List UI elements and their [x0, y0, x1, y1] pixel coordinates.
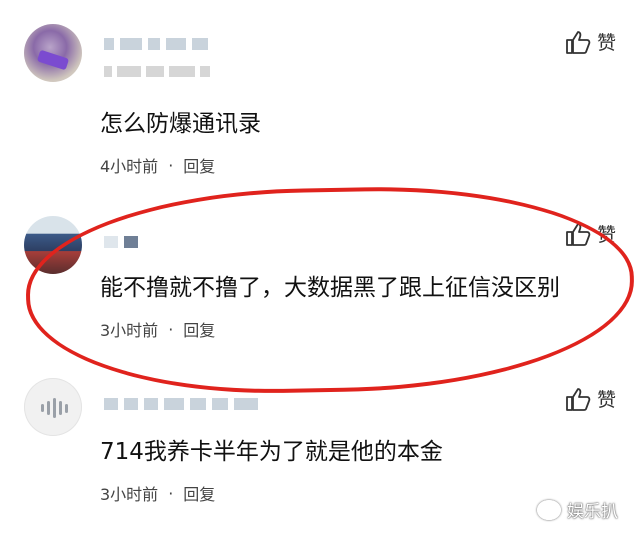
thumbs-up-icon — [565, 222, 591, 246]
user-info-redacted — [104, 66, 210, 77]
username-redacted — [104, 236, 138, 248]
thumbs-up-icon — [565, 30, 591, 54]
watermark-text: 娱乐扒 — [567, 502, 618, 522]
avatar[interactable] — [24, 378, 82, 436]
wechat-icon — [537, 499, 561, 520]
like-label: 赞 — [596, 32, 616, 54]
reply-button[interactable]: 回复 — [183, 317, 215, 341]
comment-meta: 3小时前 · 回复 — [100, 317, 215, 341]
meta-separator: · — [168, 483, 174, 503]
like-button[interactable]: 赞 — [565, 220, 616, 247]
username-redacted — [104, 38, 208, 50]
comment-meta: 4小时前 · 回复 — [100, 153, 215, 177]
username-redacted — [104, 398, 258, 410]
avatar[interactable] — [24, 24, 82, 82]
voice-wave-icon — [41, 398, 68, 418]
like-label: 赞 — [596, 224, 616, 246]
like-button[interactable]: 赞 — [565, 28, 616, 55]
comment-time: 4小时前 — [100, 157, 159, 176]
avatar[interactable] — [24, 216, 82, 274]
like-label: 赞 — [596, 389, 616, 411]
thumbs-up-icon — [565, 387, 591, 411]
watermark: 娱乐扒 — [537, 497, 618, 522]
meta-separator: · — [168, 319, 174, 339]
comment-text: 能不撸就不撸了，大数据黑了跟上征信没区别 — [100, 275, 560, 301]
comment-time: 3小时前 — [100, 321, 159, 340]
comment-text: 怎么防爆通讯录 — [100, 111, 261, 137]
comment-time: 3小时前 — [100, 485, 159, 504]
reply-button[interactable]: 回复 — [183, 481, 215, 505]
comment-meta: 3小时前 · 回复 — [100, 481, 215, 505]
comment-text: 714我养卡半年为了就是他的本金 — [100, 439, 443, 465]
like-button[interactable]: 赞 — [565, 385, 616, 412]
meta-separator: · — [168, 155, 174, 175]
reply-button[interactable]: 回复 — [183, 153, 215, 177]
